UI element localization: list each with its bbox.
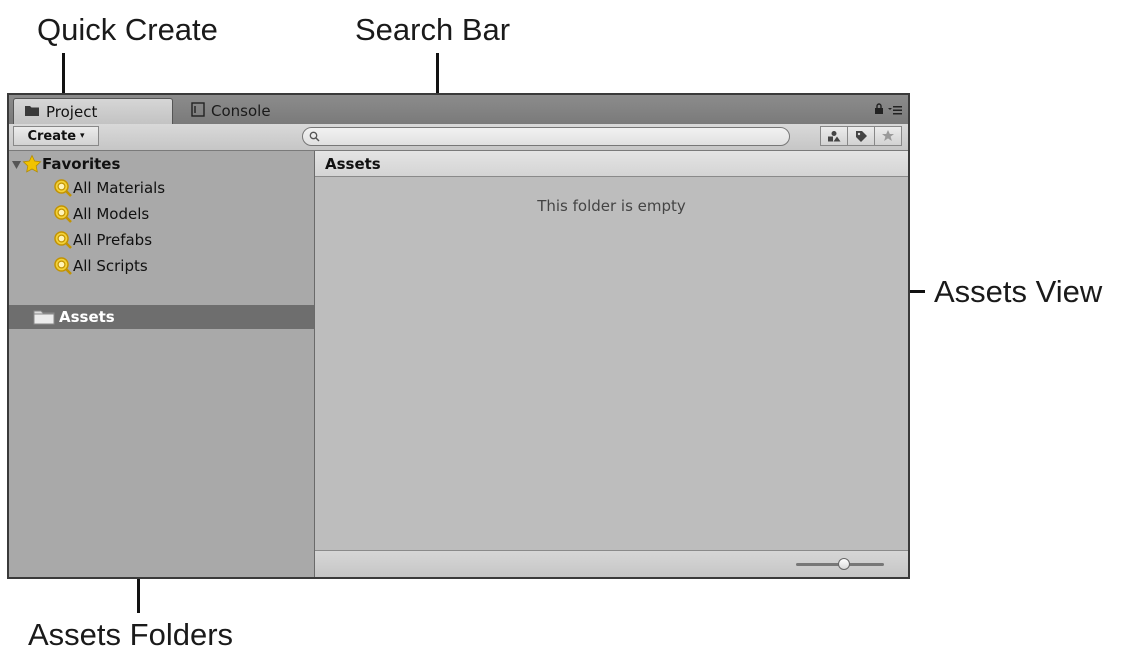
tab-bar: Project Console xyxy=(9,95,908,125)
zoom-slider[interactable] xyxy=(796,558,884,570)
chevron-down-icon: ▾ xyxy=(80,131,85,141)
favorites-item-all-scripts[interactable]: All Scripts xyxy=(9,254,314,278)
search-filters xyxy=(820,126,902,146)
favorite-star-button[interactable] xyxy=(874,126,902,146)
tab-console-label: Console xyxy=(211,102,271,120)
search-bar[interactable] xyxy=(302,127,790,147)
screenshot-page: Quick Create Search Bar Assets View Asse… xyxy=(0,0,1146,659)
favorites-item-label: All Prefabs xyxy=(73,231,153,249)
favorites-item-all-prefabs[interactable]: All Prefabs xyxy=(9,228,314,252)
favorites-label: Favorites xyxy=(42,155,121,173)
favorite-star-icon xyxy=(22,154,42,174)
project-toolbar: Create ▾ xyxy=(9,124,908,151)
tab-project[interactable]: Project xyxy=(13,98,173,125)
assets-folders-pane: Favorites All Materials All Models All P… xyxy=(9,151,315,577)
favorites-item-all-materials[interactable]: All Materials xyxy=(9,176,314,200)
folder-icon xyxy=(33,309,55,325)
window-controls xyxy=(874,103,902,118)
folder-icon xyxy=(24,103,40,121)
tab-project-label: Project xyxy=(46,103,98,121)
tab-console[interactable]: Console xyxy=(181,98,311,124)
empty-folder-message: This folder is empty xyxy=(537,197,686,215)
project-window: Project Console Create ▾ Favorites All M… xyxy=(7,93,910,579)
create-button-label: Create xyxy=(27,128,77,144)
tree-item-assets-label: Assets xyxy=(59,308,115,326)
filter-by-type-icon xyxy=(828,131,841,142)
favorites-row[interactable]: Favorites xyxy=(9,152,314,176)
panel-menu-icon[interactable] xyxy=(888,104,902,118)
callout-assets-view: Assets View xyxy=(934,274,1103,309)
callout-search-bar: Search Bar xyxy=(355,12,511,47)
favorites-item-label: All Materials xyxy=(73,179,166,197)
favorites-item-all-models[interactable]: All Models xyxy=(9,202,314,226)
filter-by-label-icon xyxy=(855,130,867,142)
expand-triangle-icon[interactable] xyxy=(12,155,22,173)
saved-search-icon xyxy=(53,230,73,250)
tree-item-assets[interactable]: Assets xyxy=(9,305,314,329)
filter-by-label-button[interactable] xyxy=(847,126,875,146)
favorites-item-label: All Models xyxy=(73,205,150,223)
favorite-star-icon xyxy=(882,130,894,141)
saved-search-icon xyxy=(53,256,73,276)
assets-view-footer xyxy=(315,550,908,577)
assets-view: Assets This folder is empty xyxy=(315,151,908,577)
callout-quick-create: Quick Create xyxy=(37,12,218,47)
search-input[interactable] xyxy=(325,128,779,147)
favorites-item-label: All Scripts xyxy=(73,257,148,275)
saved-search-icon xyxy=(53,204,73,224)
saved-search-icon xyxy=(53,178,73,198)
create-button[interactable]: Create ▾ xyxy=(13,126,99,146)
assets-view-header: Assets xyxy=(315,151,908,177)
lock-icon[interactable] xyxy=(874,103,884,118)
zoom-slider-thumb[interactable] xyxy=(838,558,851,570)
console-icon xyxy=(191,101,205,121)
callout-assets-folders: Assets Folders xyxy=(28,617,234,652)
filter-by-type-button[interactable] xyxy=(820,126,848,146)
search-icon xyxy=(309,131,320,142)
